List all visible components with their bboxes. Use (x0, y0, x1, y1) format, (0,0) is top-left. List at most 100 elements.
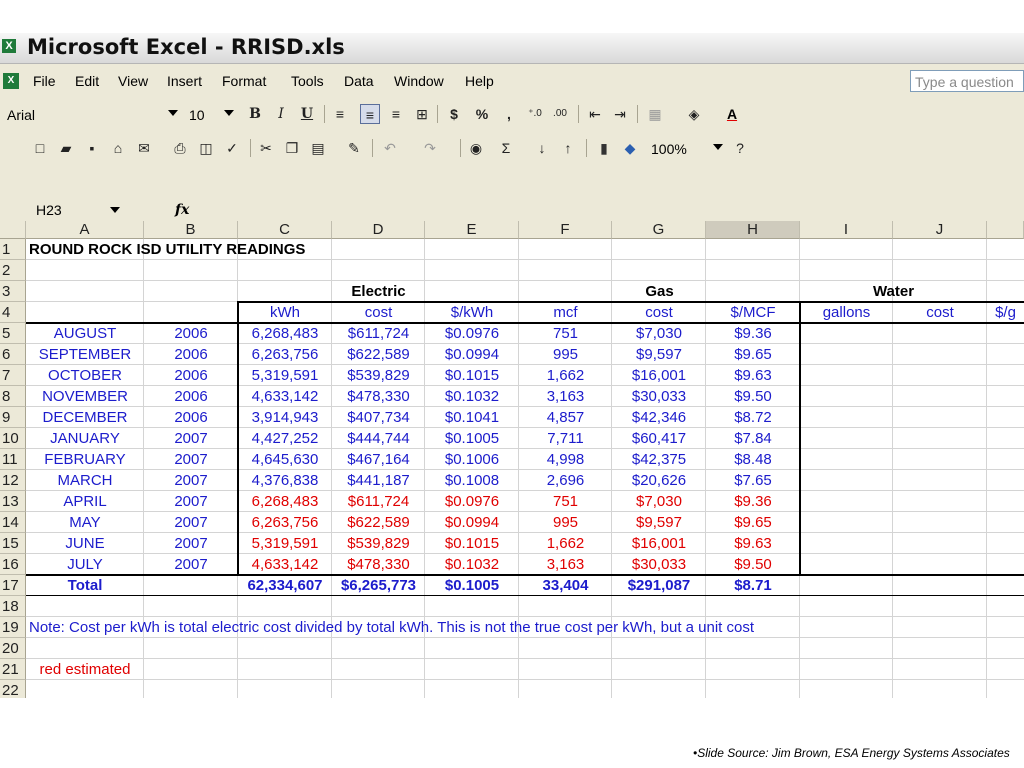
name-box[interactable]: H23 (36, 199, 62, 221)
water-group-header[interactable]: Water (800, 281, 987, 302)
gas-cost-cell[interactable]: $42,346 (612, 407, 706, 428)
gas-cost-cell[interactable]: $7,030 (612, 323, 706, 344)
gas-cost-cell[interactable]: $30,033 (612, 554, 706, 575)
year-cell[interactable]: 2006 (144, 365, 238, 386)
electric-cost-cell[interactable]: $611,724 (332, 323, 425, 344)
row-header-5[interactable]: 5 (0, 323, 26, 344)
column-header-b[interactable]: B (144, 221, 238, 239)
month-cell[interactable]: MARCH (26, 470, 144, 491)
worksheet-grid[interactable]: A B C D E F G H I J 1 2 3 4 5 6 7 8 9 10 11 12 13 14 1… (0, 221, 1024, 698)
total-electric-cost[interactable]: $6,265,773 (332, 575, 425, 596)
permission-icon[interactable]: ⌂ (108, 138, 128, 158)
electric-cost-cell[interactable]: $478,330 (332, 554, 425, 575)
year-cell[interactable]: 2007 (144, 533, 238, 554)
cost-per-mcf-cell[interactable]: $8.48 (706, 449, 800, 470)
row-header-16[interactable]: 16 (0, 554, 26, 575)
zoom-dropdown-arrow-icon[interactable] (713, 144, 723, 150)
spelling-icon[interactable]: ✓ (222, 138, 242, 158)
electric-cost-cell[interactable]: $407,734 (332, 407, 425, 428)
align-right-icon[interactable]: ≡ (386, 104, 406, 124)
column-subheader[interactable]: cost (332, 302, 425, 323)
legend-cell[interactable]: red estimated (26, 659, 144, 680)
month-cell[interactable]: JANUARY (26, 428, 144, 449)
column-header-j[interactable]: J (893, 221, 987, 239)
year-cell[interactable]: 2006 (144, 407, 238, 428)
menu-insert[interactable]: Insert (167, 73, 202, 89)
cost-per-kwh-cell[interactable]: $0.1041 (425, 407, 519, 428)
decrease-decimal-icon[interactable]: .00 (550, 104, 570, 124)
cost-per-mcf-cell[interactable]: $9.65 (706, 512, 800, 533)
underline-button[interactable]: U (297, 104, 317, 124)
sort-ascending-icon[interactable]: ↓ (532, 138, 552, 158)
menu-view[interactable]: View (118, 73, 148, 89)
column-header-d[interactable]: D (332, 221, 425, 239)
month-cell[interactable]: JUNE (26, 533, 144, 554)
cost-per-mcf-cell[interactable]: $9.50 (706, 554, 800, 575)
hyperlink-icon[interactable]: ◉ (466, 138, 486, 158)
column-subheader[interactable]: cost (612, 302, 706, 323)
email-icon[interactable]: ✉ (134, 138, 154, 158)
mcf-cell[interactable]: 1,662 (519, 365, 612, 386)
row-header-1[interactable]: 1 (0, 239, 26, 260)
electric-cost-cell[interactable]: $441,187 (332, 470, 425, 491)
column-header-k[interactable] (987, 221, 1024, 239)
help-icon[interactable]: ? (730, 138, 750, 158)
menu-window[interactable]: Window (394, 73, 444, 89)
mcf-cell[interactable]: 7,711 (519, 428, 612, 449)
size-dropdown-arrow-icon[interactable] (224, 110, 234, 116)
cost-per-kwh-cell[interactable]: $0.1006 (425, 449, 519, 470)
row-header-21[interactable]: 21 (0, 659, 26, 680)
kwh-cell[interactable]: 4,427,252 (238, 428, 332, 449)
row-header-3[interactable]: 3 (0, 281, 26, 302)
cost-per-kwh-cell[interactable]: $0.1008 (425, 470, 519, 491)
borders-icon[interactable]: ▦ (645, 104, 665, 124)
mcf-cell[interactable]: 995 (519, 344, 612, 365)
kwh-cell[interactable]: 6,268,483 (238, 491, 332, 512)
gas-cost-cell[interactable]: $9,597 (612, 344, 706, 365)
select-all-corner[interactable] (0, 221, 26, 239)
kwh-cell[interactable]: 3,914,943 (238, 407, 332, 428)
menu-edit[interactable]: Edit (75, 73, 99, 89)
month-cell[interactable]: NOVEMBER (26, 386, 144, 407)
format-painter-icon[interactable]: ✎ (344, 138, 364, 158)
column-subheader[interactable]: $/MCF (706, 302, 800, 323)
electric-cost-cell[interactable]: $539,829 (332, 365, 425, 386)
ask-a-question-box[interactable]: Type a question (910, 70, 1024, 92)
redo-icon[interactable]: ↷ (420, 138, 440, 158)
paste-icon[interactable]: ▤ (308, 138, 328, 158)
year-cell[interactable]: 2006 (144, 386, 238, 407)
column-subheader[interactable]: gallons (800, 302, 893, 323)
row-header-4[interactable]: 4 (0, 302, 26, 323)
year-cell[interactable]: 2007 (144, 554, 238, 575)
gas-cost-cell[interactable]: $20,626 (612, 470, 706, 491)
year-cell[interactable]: 2006 (144, 323, 238, 344)
electric-cost-cell[interactable]: $611,724 (332, 491, 425, 512)
cost-per-kwh-cell[interactable]: $0.1032 (425, 386, 519, 407)
fill-color-icon[interactable]: ◈ (684, 104, 704, 124)
row-header-19[interactable]: 19 (0, 617, 26, 638)
year-cell[interactable]: 2007 (144, 512, 238, 533)
cost-per-mcf-cell[interactable]: $9.65 (706, 344, 800, 365)
cost-per-kwh-cell[interactable]: $0.1032 (425, 554, 519, 575)
total-mcf[interactable]: 33,404 (519, 575, 612, 596)
column-subheader[interactable]: $/g (987, 302, 1024, 323)
workbook-icon[interactable]: X (3, 73, 19, 89)
chart-wizard-icon[interactable]: ▮ (594, 138, 614, 158)
cost-per-mcf-cell[interactable]: $7.84 (706, 428, 800, 449)
kwh-cell[interactable]: 6,263,756 (238, 344, 332, 365)
month-cell[interactable]: AUGUST (26, 323, 144, 344)
kwh-cell[interactable]: 4,633,142 (238, 386, 332, 407)
gas-cost-cell[interactable]: $9,597 (612, 512, 706, 533)
total-gas-cost[interactable]: $291,087 (612, 575, 706, 596)
year-cell[interactable]: 2006 (144, 344, 238, 365)
mcf-cell[interactable]: 3,163 (519, 386, 612, 407)
column-subheader[interactable]: $/kWh (425, 302, 519, 323)
mcf-cell[interactable]: 3,163 (519, 554, 612, 575)
new-document-icon[interactable]: □ (30, 138, 50, 158)
electric-cost-cell[interactable]: $539,829 (332, 533, 425, 554)
mcf-cell[interactable]: 751 (519, 491, 612, 512)
column-header-c[interactable]: C (238, 221, 332, 239)
gas-cost-cell[interactable]: $16,001 (612, 533, 706, 554)
month-cell[interactable]: OCTOBER (26, 365, 144, 386)
kwh-cell[interactable]: 5,319,591 (238, 365, 332, 386)
